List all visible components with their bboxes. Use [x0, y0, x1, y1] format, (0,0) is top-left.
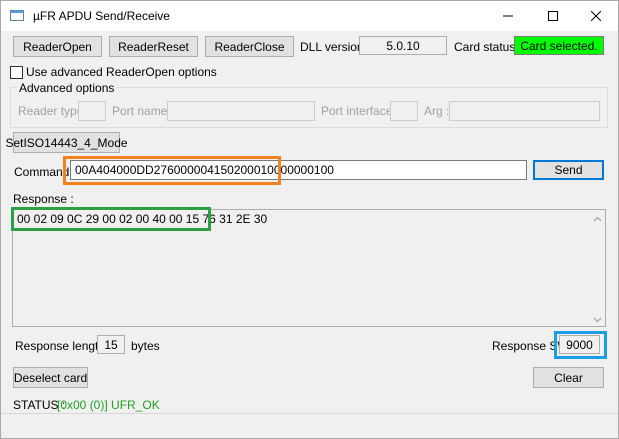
advanced-options-checkbox-label[interactable]: Use advanced ReaderOpen options: [26, 65, 217, 79]
arg-field[interactable]: [449, 101, 600, 121]
response-length-field: 15: [97, 335, 125, 354]
card-status-field: Card selected.: [514, 36, 604, 55]
response-label: Response :: [13, 192, 74, 206]
advanced-options-checkbox[interactable]: [10, 66, 23, 79]
maximize-button[interactable]: [530, 1, 575, 31]
scroll-down-arrow[interactable]: [590, 311, 605, 326]
close-button[interactable]: [573, 1, 618, 31]
command-label: Command: [14, 165, 70, 179]
reader-type-field[interactable]: [78, 101, 106, 121]
maximize-icon: [547, 11, 558, 21]
status-value: [0x00 (0)] UFR_OK: [57, 398, 160, 412]
chevron-up-icon: [593, 211, 602, 225]
advanced-options-group-title: Advanced options: [17, 81, 117, 95]
port-name-field[interactable]: [167, 101, 315, 121]
arg-label: Arg :: [424, 104, 450, 118]
reader-open-button[interactable]: ReaderOpen: [13, 36, 102, 57]
clear-button[interactable]: Clear: [533, 367, 604, 388]
port-interface-field[interactable]: [390, 101, 418, 121]
window-title: µFR APDU Send/Receive: [33, 9, 170, 23]
minimize-icon: [502, 11, 513, 21]
reader-reset-button[interactable]: ReaderReset: [109, 36, 198, 57]
reader-close-button[interactable]: ReaderClose: [205, 36, 294, 57]
card-status-label: Card status :: [454, 40, 523, 54]
port-name-label: Port name :: [112, 104, 175, 118]
title-bar: µFR APDU Send/Receive: [1, 1, 618, 31]
apdu-window: µFR APDU Send/Receive ReaderOpen ReaderR…: [0, 0, 619, 439]
response-length-unit: bytes: [131, 339, 160, 353]
send-button[interactable]: Send: [533, 160, 604, 180]
close-icon: [590, 11, 601, 21]
response-textarea[interactable]: [12, 209, 606, 327]
command-input[interactable]: 00A404000DD276000004150200010000000100: [70, 160, 527, 180]
scroll-up-arrow[interactable]: [590, 210, 605, 225]
dll-version-field: 5.0.10: [359, 36, 447, 55]
response-value: 00 02 09 0C 29 00 02 00 40 00 15 76 31 2…: [17, 212, 268, 226]
minimize-button[interactable]: [485, 1, 530, 31]
response-scrollbar[interactable]: [590, 210, 605, 326]
app-window-icon: [10, 10, 24, 21]
response-sw-field: 9000: [559, 335, 600, 354]
set-iso14443-mode-button[interactable]: SetISO14443_4_Mode: [5, 132, 128, 153]
response-sw-label: Response SW: [492, 339, 569, 353]
port-interface-label: Port interface :: [321, 104, 400, 118]
status-bar: [1, 413, 618, 438]
deselect-card-button[interactable]: Deselect card: [13, 367, 88, 388]
chevron-down-icon: [593, 312, 602, 326]
